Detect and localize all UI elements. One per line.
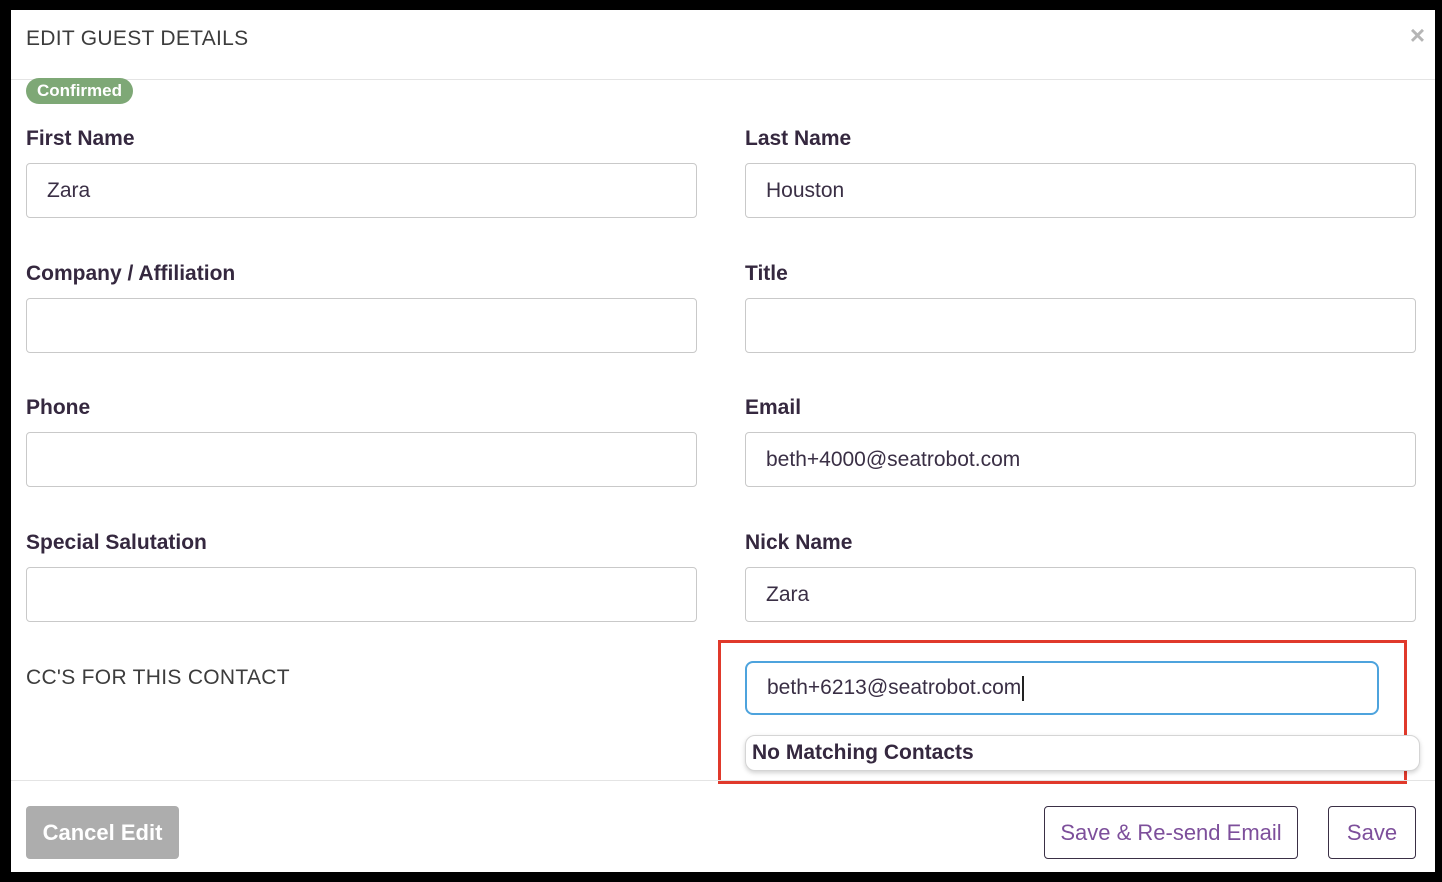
modal-footer: Cancel Edit Save & Re-send Email Save bbox=[11, 780, 1435, 872]
nick-name-label: Nick Name bbox=[745, 531, 853, 554]
modal-title: EDIT GUEST DETAILS bbox=[26, 27, 249, 50]
status-badge: Confirmed bbox=[26, 78, 133, 104]
first-name-input[interactable]: Zara bbox=[26, 163, 697, 218]
close-icon[interactable]: × bbox=[1410, 22, 1425, 48]
cc-input-text: beth+6213@seatrobot.com bbox=[767, 676, 1022, 699]
edit-guest-modal: EDIT GUEST DETAILS × Confirmed First Nam… bbox=[11, 10, 1435, 872]
nick-name-input[interactable]: Zara bbox=[745, 567, 1416, 622]
special-salutation-input[interactable] bbox=[26, 567, 697, 622]
company-label: Company / Affiliation bbox=[26, 262, 236, 285]
company-input[interactable] bbox=[26, 298, 697, 353]
first-name-label: First Name bbox=[26, 127, 135, 150]
save-resend-email-button[interactable]: Save & Re-send Email bbox=[1044, 806, 1298, 859]
phone-label: Phone bbox=[26, 396, 91, 419]
autocomplete-dropdown: No Matching Contacts bbox=[745, 735, 1420, 771]
save-button[interactable]: Save bbox=[1328, 806, 1416, 859]
text-caret bbox=[1022, 675, 1025, 701]
title-input[interactable] bbox=[745, 298, 1416, 353]
email-label: Email bbox=[745, 396, 802, 419]
cc-label: CC'S FOR THIS CONTACT bbox=[26, 666, 290, 689]
cc-email-input[interactable]: beth+6213@seatrobot.com bbox=[745, 661, 1379, 715]
cancel-edit-button[interactable]: Cancel Edit bbox=[26, 806, 179, 859]
phone-input[interactable] bbox=[26, 432, 697, 487]
modal-header: EDIT GUEST DETAILS × bbox=[11, 10, 1435, 80]
last-name-input[interactable]: Houston bbox=[745, 163, 1416, 218]
email-input[interactable]: beth+4000@seatrobot.com bbox=[745, 432, 1416, 487]
no-matching-contacts-message: No Matching Contacts bbox=[752, 741, 974, 764]
title-label: Title bbox=[745, 262, 788, 285]
special-salutation-label: Special Salutation bbox=[26, 531, 207, 554]
last-name-label: Last Name bbox=[745, 127, 852, 150]
